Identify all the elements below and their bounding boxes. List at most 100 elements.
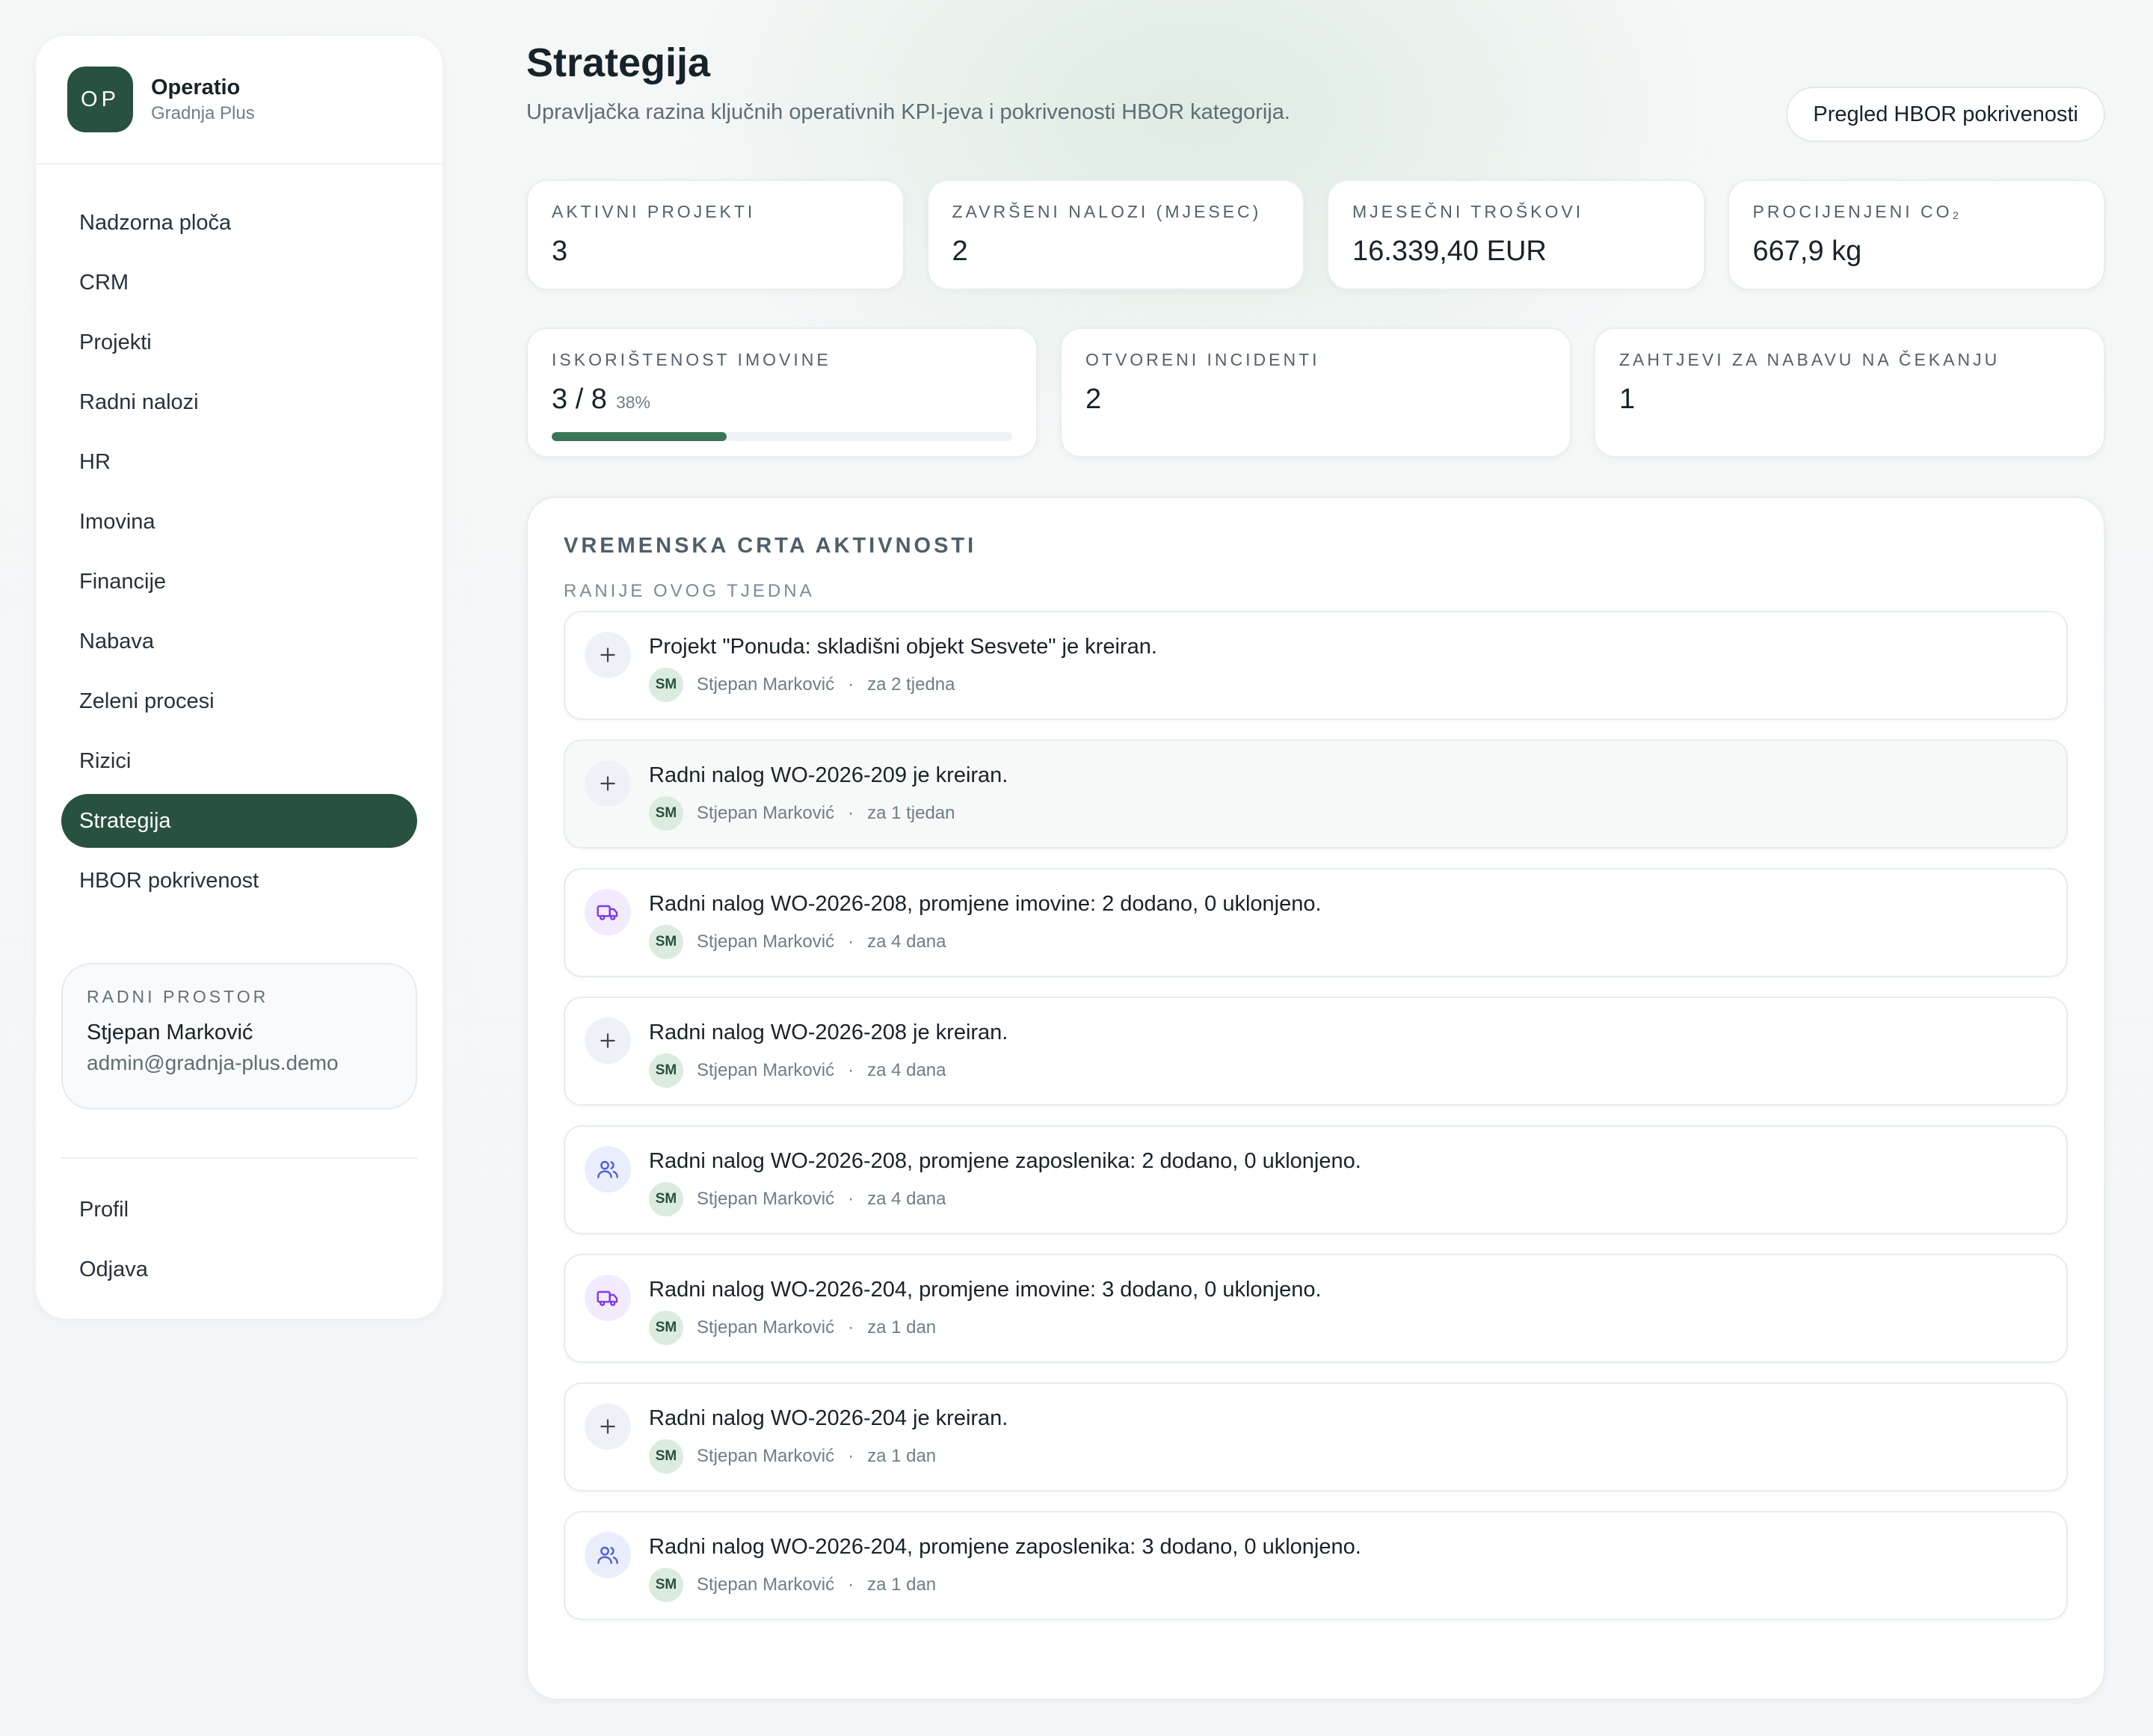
timeline-item-text: Radni nalog WO-2026-208, promjene imovin…	[649, 892, 1322, 916]
timeline-item[interactable]: Projekt "Ponuda: skladišni objekt Sesvet…	[564, 611, 2068, 720]
timeline-item[interactable]: Radni nalog WO-2026-204, promjene imovin…	[564, 1254, 2068, 1363]
hbor-coverage-button[interactable]: Pregled HBOR pokrivenosti	[1786, 87, 2105, 142]
kpi-value: 2	[952, 236, 968, 267]
nav-item-logout[interactable]: Odjava	[61, 1243, 417, 1296]
workspace-user-name: Stjepan Marković	[87, 1021, 253, 1044]
kpi-card: Aktivni projekti 3	[526, 179, 905, 290]
kpi-label: Procijenjeni CO₂	[1752, 202, 1962, 221]
kpi-label: Mjesečni troškovi	[1352, 202, 1584, 221]
avatar: SM	[649, 668, 683, 702]
timeline-item[interactable]: Radni nalog WO-2026-204, promjene zaposl…	[564, 1511, 2068, 1620]
nav-item-rizici[interactable]: Rizici	[61, 734, 417, 788]
avatar: SM	[649, 1053, 683, 1088]
nav-item-profile[interactable]: Profil	[61, 1183, 417, 1237]
kpi-value: 16.339,40 EUR	[1352, 236, 1547, 267]
nav-item-crm[interactable]: CRM	[61, 256, 417, 310]
timeline-item[interactable]: Radni nalog WO-2026-208 je kreiran. SM Stj…	[564, 997, 2068, 1106]
nav-item-nabava[interactable]: Nabava	[61, 615, 417, 668]
kpi-value: 3	[552, 236, 568, 267]
timeline-item-body: Radni nalog WO-2026-209 je kreiran. SM Stj…	[649, 760, 1008, 847]
avatar: SM	[649, 1182, 683, 1216]
kpi-card: Procijenjeni CO₂ 667,9 kg	[1727, 179, 2105, 290]
kpi-value: 1	[1619, 384, 1636, 415]
timeline-item[interactable]: Radni nalog WO-2026-208, promjene zaposl…	[564, 1125, 2068, 1234]
timeline-item-body: Radni nalog WO-2026-208, promjene zaposl…	[649, 1146, 1361, 1233]
nav-item-imovina[interactable]: Imovina	[61, 495, 417, 549]
timeline-list: Projekt "Ponuda: skladišni objekt Sesvet…	[564, 611, 2068, 1620]
timeline-item[interactable]: Radni nalog WO-2026-208, promjene imovin…	[564, 868, 2068, 977]
kpi-percent: 38%	[615, 393, 650, 412]
separator-dot: ·	[848, 1575, 854, 1595]
truck-icon	[585, 1275, 631, 1321]
timeline-item-time: za 1 dan	[867, 1317, 937, 1338]
separator-dot: ·	[848, 1317, 854, 1338]
separator-dot: ·	[848, 932, 854, 952]
brand-logo: OP	[67, 67, 133, 132]
main-content: Strategija Upravljačka razina ključnih o…	[526, 36, 2105, 1700]
avatar: SM	[649, 1311, 683, 1345]
timeline-item-meta: SM Stjepan Marković · za 2 tjedna	[649, 668, 1157, 702]
nav-item-hr[interactable]: HR	[61, 435, 417, 489]
timeline-item-meta: SM Stjepan Marković · za 4 dana	[649, 925, 1322, 959]
avatar: SM	[649, 1439, 683, 1474]
truck-icon	[585, 889, 631, 935]
nav-item-projekti[interactable]: Projekti	[61, 316, 417, 369]
timeline-item-body: Radni nalog WO-2026-208 je kreiran. SM Stj…	[649, 1018, 1008, 1104]
users-icon	[585, 1146, 631, 1192]
kpi-label: Zahtjevi za nabavu na čekanju	[1619, 350, 2000, 369]
timeline-item-author: Stjepan Marković	[697, 932, 835, 952]
timeline-item[interactable]: Radni nalog WO-2026-209 je kreiran. SM Stj…	[564, 739, 2068, 849]
avatar: SM	[649, 796, 683, 831]
workspace-label: Radni prostor	[87, 987, 269, 1006]
avatar: SM	[649, 925, 683, 959]
workspace-user-email: admin@gradnja-plus.demo	[87, 1051, 339, 1074]
nav-item-hbor-pokrivenost[interactable]: HBOR pokrivenost	[61, 854, 417, 908]
kpi-value: 667,9 kg	[1752, 236, 1862, 267]
separator-dot: ·	[848, 674, 854, 695]
timeline-item-author: Stjepan Marković	[697, 803, 835, 823]
nav-item-financije[interactable]: Financije	[61, 555, 417, 609]
timeline-item-time: za 1 tjedan	[867, 803, 955, 823]
main-nav: Nadzorna ploča CRM Projekti Radni nalozi HR I…	[36, 164, 443, 908]
kpi-label: Otvoreni incidenti	[1085, 350, 1320, 369]
sidebar: OP Operatio Gradnja Plus Nadzorna ploča C…	[36, 36, 443, 1319]
timeline-item-time: za 4 dana	[867, 932, 946, 952]
users-icon	[585, 1532, 631, 1578]
timeline-item-body: Radni nalog WO-2026-204 je kreiran. SM Stj…	[649, 1403, 1008, 1490]
timeline-group-label: Ranije ovog tjedna	[564, 581, 815, 601]
kpi-row-secondary: Iskorištenost imovine 3 / 8 38% Otvoreni …	[526, 327, 2105, 458]
timeline-item-meta: SM Stjepan Marković · za 4 dana	[649, 1182, 1361, 1216]
timeline-item-text: Radni nalog WO-2026-208 je kreiran.	[649, 1021, 1008, 1044]
timeline-item[interactable]: Radni nalog WO-2026-204 je kreiran. SM Stj…	[564, 1382, 2068, 1492]
timeline-item-time: za 1 dan	[867, 1446, 937, 1466]
kpi-card-asset-usage: Iskorištenost imovine 3 / 8 38%	[526, 327, 1038, 458]
timeline-item-text: Radni nalog WO-2026-208, promjene zaposl…	[649, 1149, 1361, 1173]
timeline-item-meta: SM Stjepan Marković · za 1 dan	[649, 1439, 1008, 1474]
nav-item-nadzorna-ploca[interactable]: Nadzorna ploča	[61, 196, 417, 250]
timeline-item-time: za 2 tjedna	[867, 674, 955, 695]
kpi-card: Mjesečni troškovi 16.339,40 EUR	[1327, 179, 1705, 290]
nav-item-radni-nalozi[interactable]: Radni nalozi	[61, 375, 417, 429]
activity-timeline: Vremenska crta aktivnosti Ranije ovog tj…	[526, 496, 2105, 1700]
timeline-item-author: Stjepan Marković	[697, 1317, 835, 1338]
kpi-row-primary: Aktivni projekti 3 Završeni nalozi (mjesec…	[526, 179, 2105, 290]
brand-subtitle: Gradnja Plus	[151, 102, 255, 123]
separator-dot: ·	[848, 1189, 854, 1209]
timeline-item-author: Stjepan Marković	[697, 1575, 835, 1595]
workspace-card: Radni prostor Stjepan Marković admin@gra…	[61, 963, 417, 1109]
timeline-item-body: Radni nalog WO-2026-204, promjene imovin…	[649, 1275, 1322, 1361]
separator-dot: ·	[848, 803, 854, 823]
separator-dot: ·	[848, 1060, 854, 1080]
kpi-card-incidents: Otvoreni incidenti 2	[1060, 327, 1571, 458]
page-title: Strategija	[526, 40, 711, 85]
progress-fill	[552, 432, 727, 441]
brand[interactable]: OP Operatio Gradnja Plus	[36, 36, 443, 164]
timeline-item-text: Radni nalog WO-2026-204 je kreiran.	[649, 1406, 1008, 1430]
nav-item-zeleni-procesi[interactable]: Zeleni procesi	[61, 674, 417, 728]
nav-item-strategija[interactable]: Strategija	[61, 794, 417, 848]
plus-icon	[585, 760, 631, 807]
plus-icon	[585, 1403, 631, 1450]
timeline-item-time: za 4 dana	[867, 1189, 946, 1209]
timeline-item-time: za 4 dana	[867, 1060, 946, 1080]
kpi-value: 2	[1085, 384, 1102, 415]
